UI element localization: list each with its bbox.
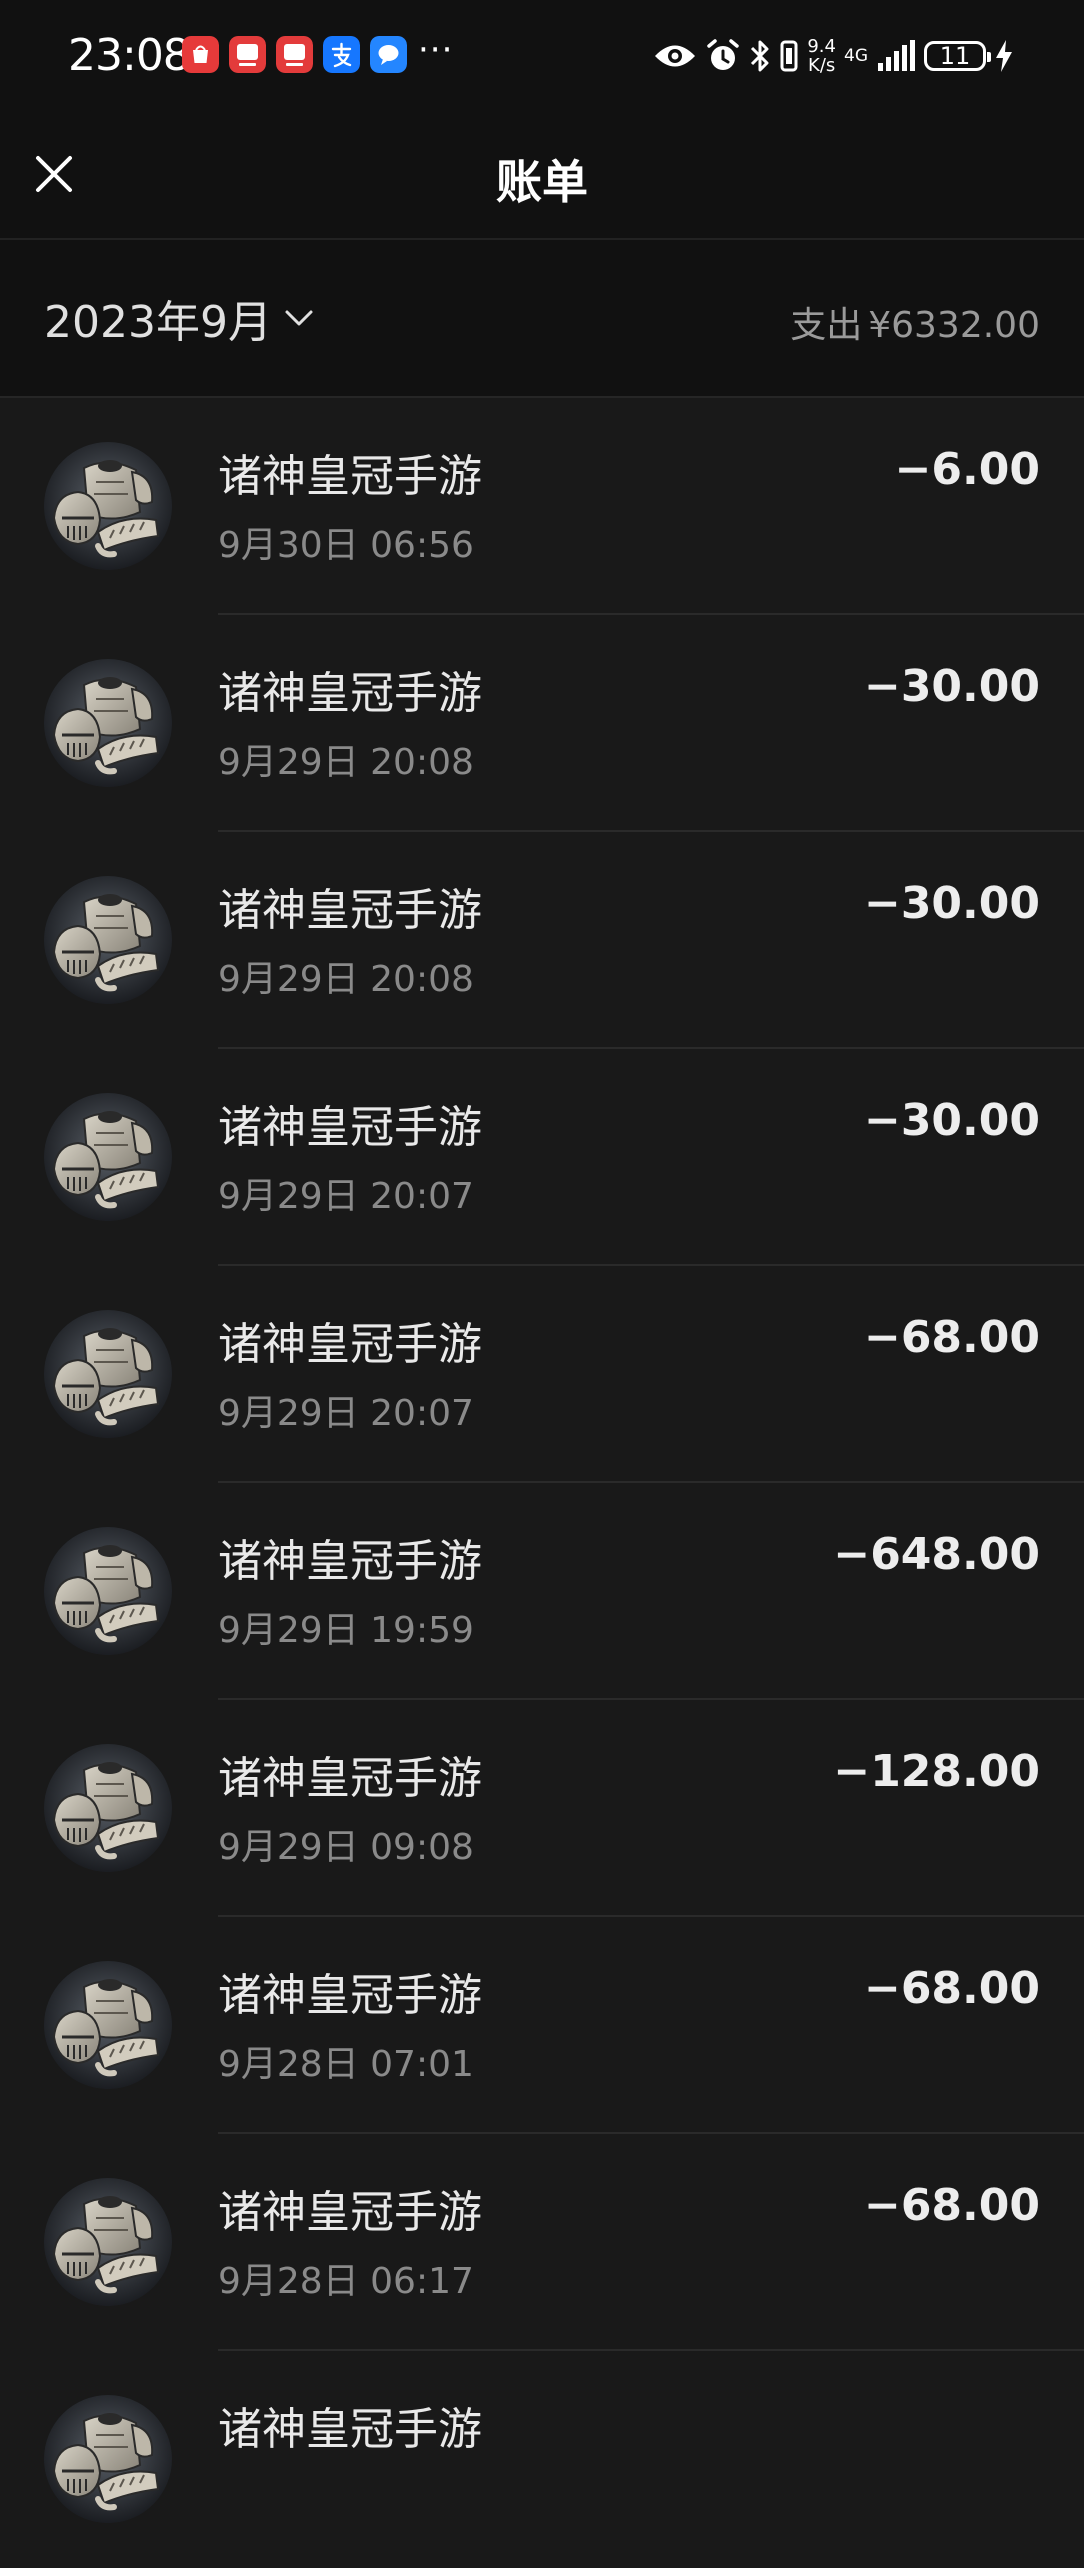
status-indicators: 9.4 K/s 4G 11 <box>653 32 1014 80</box>
merchant-avatar <box>44 1310 172 1438</box>
transaction-amount: −68.00 <box>863 2180 1040 2231</box>
armor-avatar-icon <box>44 2395 172 2523</box>
transaction-time: 9月29日 20:07 <box>218 1176 474 1217</box>
armor-avatar-icon <box>44 1527 172 1655</box>
list-item[interactable]: 诸神皇冠手游 9月29日 20:08 −30.00 <box>0 615 1084 832</box>
armor-avatar-icon <box>44 1961 172 2089</box>
reader-app-icon <box>229 36 266 73</box>
merchant-avatar <box>44 1093 172 1221</box>
armor-avatar-icon <box>44 2178 172 2306</box>
merchant-avatar <box>44 2178 172 2306</box>
transaction-time: 9月28日 06:17 <box>218 2261 474 2302</box>
transaction-amount: −648.00 <box>833 1529 1040 1580</box>
transaction-amount: −128.00 <box>833 1746 1040 1797</box>
expense-summary: 支出 ¥6332.00 <box>790 296 1040 348</box>
eye-icon <box>655 45 696 67</box>
merchant-name: 诸神皇冠手游 <box>218 668 482 719</box>
list-item[interactable]: 诸神皇冠手游 9月29日 20:07 −30.00 <box>0 1049 1084 1266</box>
armor-avatar-icon <box>44 1093 172 1221</box>
merchant-name: 诸神皇冠手游 <box>218 1753 482 1804</box>
alipay-icon <box>323 36 360 73</box>
list-item[interactable]: 诸神皇冠手游 9月29日 19:59 −648.00 <box>0 1483 1084 1700</box>
merchant-avatar <box>44 1744 172 1872</box>
transaction-amount: −30.00 <box>863 661 1040 712</box>
list-item[interactable]: 诸神皇冠手游 9月28日 07:01 −68.00 <box>0 1917 1084 2134</box>
net-speed: 9.4 K/s <box>807 37 836 75</box>
transaction-time: 9月29日 19:59 <box>218 1610 474 1651</box>
merchant-name: 诸神皇冠手游 <box>218 2187 482 2238</box>
expense-total: ¥6332.00 <box>868 305 1040 346</box>
network-type: 4G <box>844 45 868 66</box>
month-label: 2023年9月 <box>44 297 272 348</box>
transaction-time: 9月30日 06:56 <box>218 525 474 566</box>
merchant-name: 诸神皇冠手游 <box>218 2404 482 2455</box>
merchant-avatar <box>44 2395 172 2523</box>
charging-icon <box>996 40 1012 72</box>
transaction-time: 9月29日 20:08 <box>218 959 474 1000</box>
merchant-avatar <box>44 659 172 787</box>
armor-avatar-icon <box>44 442 172 570</box>
merchant-name: 诸神皇冠手游 <box>218 451 482 502</box>
transaction-time: 9月29日 20:08 <box>218 742 474 783</box>
armor-avatar-icon <box>44 1744 172 1872</box>
list-item[interactable]: 诸神皇冠手游 <box>0 2351 1084 2568</box>
merchant-name: 诸神皇冠手游 <box>218 885 482 936</box>
expense-label: 支出 <box>790 305 863 346</box>
armor-avatar-icon <box>44 1310 172 1438</box>
merchant-name: 诸神皇冠手游 <box>218 1536 482 1587</box>
armor-avatar-icon <box>44 659 172 787</box>
shopping-app-icon <box>182 36 219 73</box>
transaction-amount: −6.00 <box>894 444 1040 495</box>
list-item[interactable]: 诸神皇冠手游 9月30日 06:56 −6.00 <box>0 398 1084 615</box>
transaction-time: 9月29日 20:07 <box>218 1393 474 1434</box>
signal-icon <box>878 40 915 71</box>
battery-indicator: 11 <box>924 41 991 71</box>
status-bar: 23:08 ··· 9.4 K/s 4G 11 <box>0 0 1084 110</box>
status-time: 23:08 <box>68 30 191 81</box>
merchant-avatar <box>44 1527 172 1655</box>
list-item[interactable]: 诸神皇冠手游 9月29日 20:08 −30.00 <box>0 832 1084 1049</box>
message-app-icon <box>370 36 407 73</box>
transaction-time: 9月28日 07:01 <box>218 2044 474 2085</box>
list-item[interactable]: 诸神皇冠手游 9月29日 20:07 −68.00 <box>0 1266 1084 1483</box>
reader-app-icon <box>276 36 313 73</box>
merchant-avatar <box>44 442 172 570</box>
transaction-amount: −30.00 <box>863 1095 1040 1146</box>
bill-list: 诸神皇冠手游 9月30日 06:56 −6.00 诸神皇冠手游 9月29日 20… <box>0 398 1084 2568</box>
header: 账单 <box>0 110 1084 240</box>
alarm-icon <box>707 39 740 70</box>
vibrate-icon <box>780 40 798 72</box>
page-title: 账单 <box>496 155 588 209</box>
net-speed-unit: K/s <box>808 55 836 76</box>
chevron-down-icon <box>284 308 314 328</box>
transaction-amount: −68.00 <box>863 1312 1040 1363</box>
merchant-avatar <box>44 876 172 1004</box>
list-item[interactable]: 诸神皇冠手游 9月29日 09:08 −128.00 <box>0 1700 1084 1917</box>
notification-app-icons <box>182 36 407 73</box>
list-item[interactable]: 诸神皇冠手游 9月28日 06:17 −68.00 <box>0 2134 1084 2351</box>
merchant-name: 诸神皇冠手游 <box>218 1319 482 1370</box>
more-notifications-icon: ··· <box>418 30 454 70</box>
merchant-name: 诸神皇冠手游 <box>218 1102 482 1153</box>
month-bar: 2023年9月 支出 ¥6332.00 <box>0 240 1084 398</box>
transaction-time: 9月29日 09:08 <box>218 1827 474 1868</box>
merchant-name: 诸神皇冠手游 <box>218 1970 482 2021</box>
net-speed-value: 9.4 <box>807 36 836 57</box>
month-picker[interactable]: 2023年9月 <box>44 286 314 350</box>
transaction-amount: −30.00 <box>863 878 1040 929</box>
transaction-amount: −68.00 <box>863 1963 1040 2014</box>
merchant-avatar <box>44 1961 172 2089</box>
bluetooth-icon <box>751 40 769 72</box>
armor-avatar-icon <box>44 876 172 1004</box>
